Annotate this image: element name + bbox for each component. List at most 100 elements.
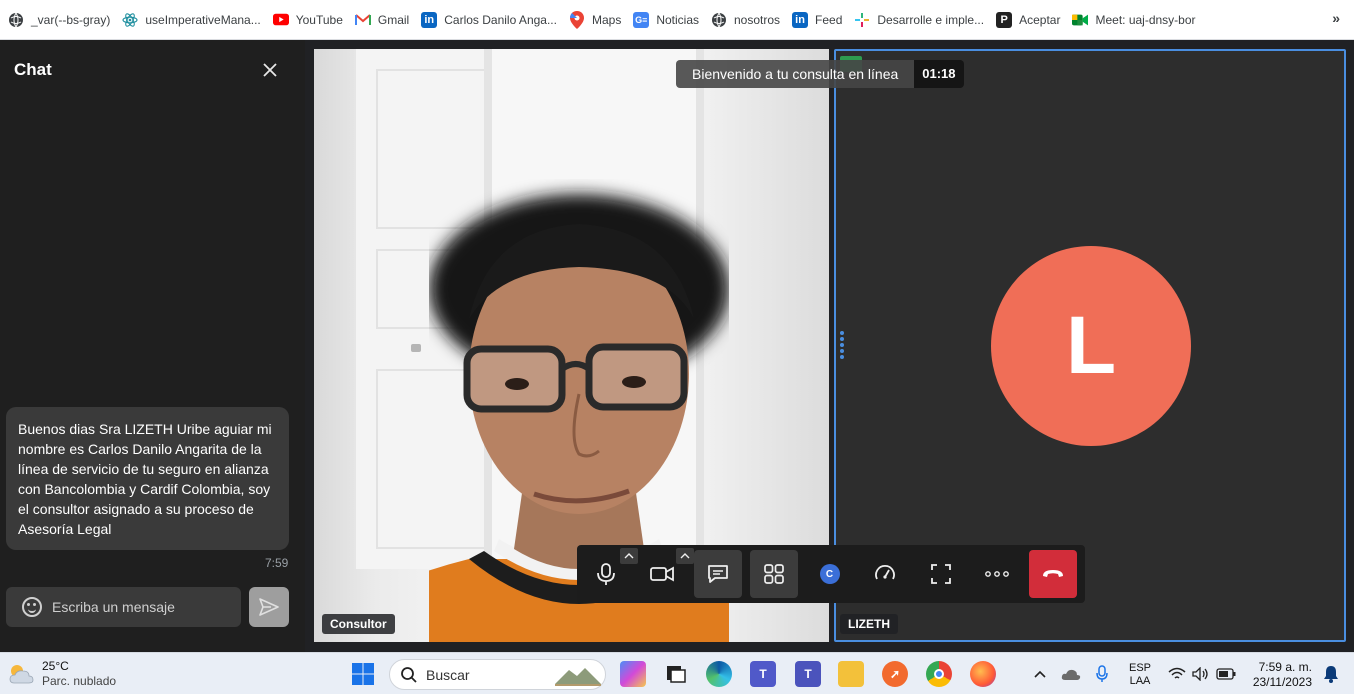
close-chat-button[interactable] [258, 58, 282, 82]
bookmark-youtube[interactable]: YouTube [269, 6, 351, 34]
bookmark-carlos-linkedin[interactable]: in Carlos Danilo Anga... [417, 6, 565, 34]
chrome-icon[interactable] [926, 661, 952, 687]
send-icon [259, 598, 279, 616]
bookmarks-overflow-button[interactable]: » [1332, 10, 1340, 26]
gauge-icon [875, 565, 896, 580]
chat-icon [707, 565, 728, 583]
bookmark-feed[interactable]: in Feed [788, 6, 850, 34]
gmail-icon [354, 12, 371, 28]
teams-new-icon[interactable]: T [795, 661, 821, 687]
bookmark-label: Feed [815, 12, 843, 27]
bookmarks-bar: _var(--bs-gray) useImperativeMana... You… [0, 0, 1354, 40]
message-input-wrapper [6, 587, 241, 627]
input-language[interactable]: ESP LAA [1124, 662, 1156, 688]
camera-button[interactable] [638, 548, 694, 598]
slack-icon [854, 12, 870, 28]
bookmark-label: Maps [591, 12, 622, 27]
call-stage: Consultor L LIZETH Bienvenido a tu consu… [305, 40, 1354, 652]
emoji-icon[interactable] [22, 597, 42, 617]
camera-options-button[interactable] [675, 548, 694, 564]
bookmark-maps[interactable]: Maps [565, 6, 629, 34]
more-icon [985, 571, 1010, 577]
speed-button[interactable] [861, 550, 909, 598]
bookmark-label: Noticias [656, 12, 699, 27]
bookmark-label: Gmail [377, 12, 410, 27]
message-timestamp: 7:59 [265, 556, 289, 570]
fullscreen-button[interactable] [917, 550, 965, 598]
teams-icon[interactable]: T [750, 661, 776, 687]
file-explorer-icon[interactable] [838, 661, 864, 687]
bookmark-useimperative[interactable]: useImperativeMana... [118, 6, 268, 34]
maps-icon [569, 10, 585, 29]
call-controls: C [577, 545, 1085, 603]
app-orange-icon[interactable]: ➚ [882, 661, 908, 687]
call-timer: 01:18 [914, 60, 964, 88]
microphone-icon [597, 563, 615, 585]
bookmark-meet[interactable]: Meet: uaj-dnsy-bor [1068, 6, 1203, 34]
keyboard-layout: LAA [1129, 675, 1151, 687]
microphone-tray-icon[interactable] [1089, 661, 1115, 687]
start-button[interactable] [350, 661, 376, 687]
system-clock[interactable]: 7:59 a. m. 23/11/2023 [1253, 660, 1312, 690]
globe-icon [8, 12, 24, 28]
chat-toggle-button[interactable] [693, 550, 742, 598]
microphone-options-button[interactable] [619, 548, 638, 564]
send-button[interactable] [249, 587, 289, 627]
windows-icon [352, 663, 374, 685]
copilot-icon[interactable] [620, 661, 646, 687]
linkedin-icon: in [421, 11, 438, 28]
react-icon [122, 12, 138, 28]
partly-cloudy-icon [8, 663, 34, 685]
bookmark-label: useImperativeMana... [145, 12, 261, 27]
globe-icon [711, 12, 727, 28]
microphone-button[interactable] [582, 548, 638, 598]
clock-date: 23/11/2023 [1252, 675, 1312, 689]
onedrive-icon[interactable] [1058, 661, 1084, 687]
message-input[interactable] [52, 599, 222, 615]
task-view-icon[interactable] [663, 661, 689, 687]
search-icon [401, 666, 417, 683]
linkedin-icon: in [792, 11, 809, 28]
chevron-up-icon [680, 553, 690, 559]
end-call-button[interactable] [1029, 550, 1078, 598]
bookmark-var-bs-gray[interactable]: _var(--bs-gray) [4, 6, 118, 34]
bookmark-nosotros[interactable]: nosotros [707, 6, 788, 34]
close-icon [263, 63, 277, 77]
bookmark-aceptar[interactable]: P Aceptar [992, 6, 1068, 34]
weather-temperature: 25°C [42, 659, 69, 673]
firefox-icon[interactable] [970, 661, 996, 687]
banner-text: Bienvenido a tu consulta en línea [676, 60, 915, 88]
chevron-up-icon [624, 553, 634, 559]
chevron-up-icon [1034, 670, 1046, 678]
weather-condition: Parc. nublado [42, 674, 117, 688]
show-hidden-icons[interactable] [1027, 661, 1053, 687]
p-icon: P [996, 11, 1013, 28]
bookmark-gmail[interactable]: Gmail [351, 6, 417, 34]
bookmark-label: Desarrolle e imple... [877, 12, 985, 27]
volume-icon[interactable] [1188, 661, 1214, 687]
welcome-banner: Bienvenido a tu consulta en línea 01:18 [676, 60, 964, 88]
chat-message: Buenos dias Sra LIZETH Uribe aguiar mi n… [6, 407, 289, 550]
battery-icon[interactable] [1213, 661, 1239, 687]
notification-bell-icon[interactable] [1318, 661, 1344, 687]
hangup-icon [1043, 570, 1064, 577]
more-options-button[interactable] [973, 550, 1021, 598]
clock-time: 7:59 a. m. [1258, 660, 1312, 674]
resize-handle[interactable] [840, 331, 844, 365]
bookmark-desarrolle[interactable]: Desarrolle e imple... [850, 6, 992, 34]
taskbar-search[interactable]: Buscar [389, 659, 606, 690]
news-icon: G≡ [633, 11, 650, 28]
participant-label-lizeth: LIZETH [840, 614, 898, 634]
weather-widget[interactable]: 25°C Parc. nublado [8, 659, 116, 689]
chat-title: Chat [14, 60, 52, 79]
wifi-icon[interactable] [1164, 661, 1190, 687]
bookmark-label: nosotros [734, 12, 781, 27]
bookmark-noticias[interactable]: G≡ Noticias [629, 6, 707, 34]
participant-badge-button[interactable]: C [806, 550, 854, 598]
camera-icon [649, 566, 674, 582]
meet-icon [1072, 12, 1089, 28]
layout-button[interactable] [749, 550, 798, 598]
bookmark-label: Aceptar [1019, 12, 1061, 27]
bookmark-label: _var(--bs-gray) [31, 12, 111, 27]
edge-icon[interactable] [706, 661, 732, 687]
